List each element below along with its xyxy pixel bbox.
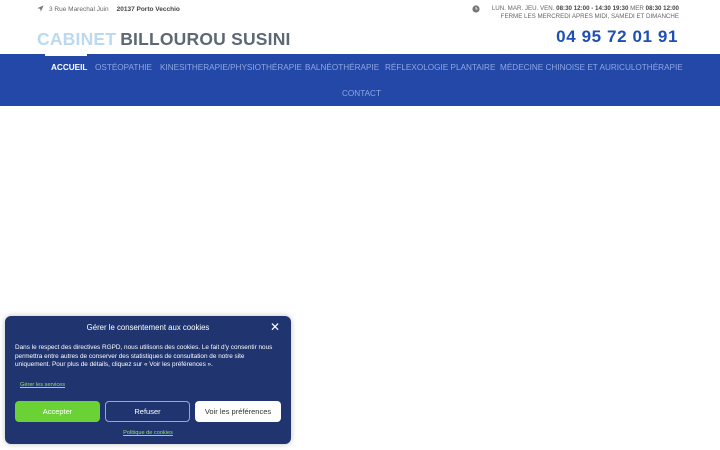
location-arrow-icon [37,5,44,14]
nav-item-kinesitherapie[interactable]: KINESITHERAPIE/PHYSIOTHÉRAPIE [160,63,302,72]
cookie-title: Gérer le consentement aux cookies [86,323,210,332]
nav-item-accueil[interactable]: ACCUEIL [51,63,87,72]
top-info-bar: 3 Rue Marechal Juin 20137 Porto Vecchio … [0,0,720,30]
view-preferences-button[interactable]: Voir les préférences [195,401,281,422]
phone-number[interactable]: 04 95 72 01 91 [556,27,678,47]
manage-services-link[interactable]: Gérer les services [20,382,65,388]
active-indicator [45,54,87,56]
cookie-consent-dialog: Gérer le consentement aux cookies ✕ Dans… [5,316,291,444]
hours-wed-times: 08:30 12:00 [645,5,679,12]
hours-days: LUN. MAR. JEU. VEN. [491,5,555,12]
refuse-button[interactable]: Refuser [105,401,190,422]
clock-icon [472,5,480,16]
nav-item-osteopathie[interactable]: OSTÉOPATHIE [95,63,152,72]
cookie-policy-link[interactable]: Politique de cookies [5,430,291,436]
nav-item-medecine-chinoise[interactable]: MÉDECINE CHINOISE ET AURICULOTHÉRAPIE [500,63,683,72]
address-city: 20137 Porto Vecchio [116,6,180,13]
address: 3 Rue Marechal Juin 20137 Porto Vecchio [37,5,180,14]
close-icon[interactable]: ✕ [270,321,280,333]
nav-item-reflexologie[interactable]: RÉFLEXOLOGIE PLANTAIRE [385,63,495,72]
nav-item-balneotherapie[interactable]: BALNÉOTHÉRAPIE [305,63,379,72]
logo-part2: BILLOUROU SUSINI [120,29,291,49]
accept-button[interactable]: Accepter [15,401,100,422]
main-navigation: ACCUEIL OSTÉOPATHIE KINESITHERAPIE/PHYSI… [0,54,720,106]
site-logo[interactable]: CABINET BILLOUROU SUSINI [37,29,291,50]
opening-hours: LUN. MAR. JEU. VEN. 08:30 12:00 - 14:30 … [472,5,679,21]
address-street: 3 Rue Marechal Juin [49,6,109,13]
cookie-message: Dans le respect des directives RGPD, nou… [15,344,273,369]
nav-item-contact[interactable]: CONTACT [342,89,381,98]
logo-part1: CABINET [37,29,117,49]
hours-note: FERME LES MERCREDI APRES MIDI, SAMEDI ET… [500,13,679,20]
hours-times: 08:30 12:00 - 14:30 19:30 [556,5,629,12]
hours-wed-label: MER [630,5,644,12]
